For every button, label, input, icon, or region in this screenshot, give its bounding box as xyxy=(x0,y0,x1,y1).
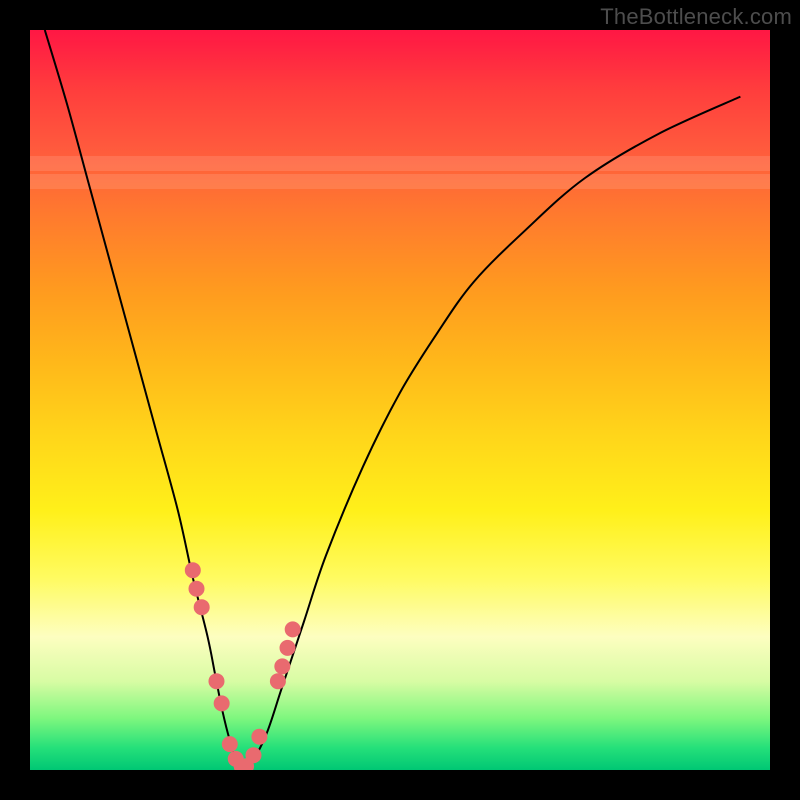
bottleneck-chart xyxy=(30,30,770,770)
watermark-text: TheBottleneck.com xyxy=(600,4,792,30)
marker-dot xyxy=(245,747,261,763)
marker-dot xyxy=(214,695,230,711)
marker-dots-group xyxy=(185,562,301,770)
marker-dot xyxy=(270,673,286,689)
marker-dot xyxy=(285,621,301,637)
bottleneck-curve xyxy=(45,30,741,770)
marker-dot xyxy=(280,640,296,656)
marker-dot xyxy=(208,673,224,689)
marker-dot xyxy=(194,599,210,615)
marker-dot xyxy=(189,581,205,597)
marker-dot xyxy=(274,658,290,674)
marker-dot xyxy=(251,729,267,745)
marker-dot xyxy=(222,736,238,752)
marker-dot xyxy=(185,562,201,578)
